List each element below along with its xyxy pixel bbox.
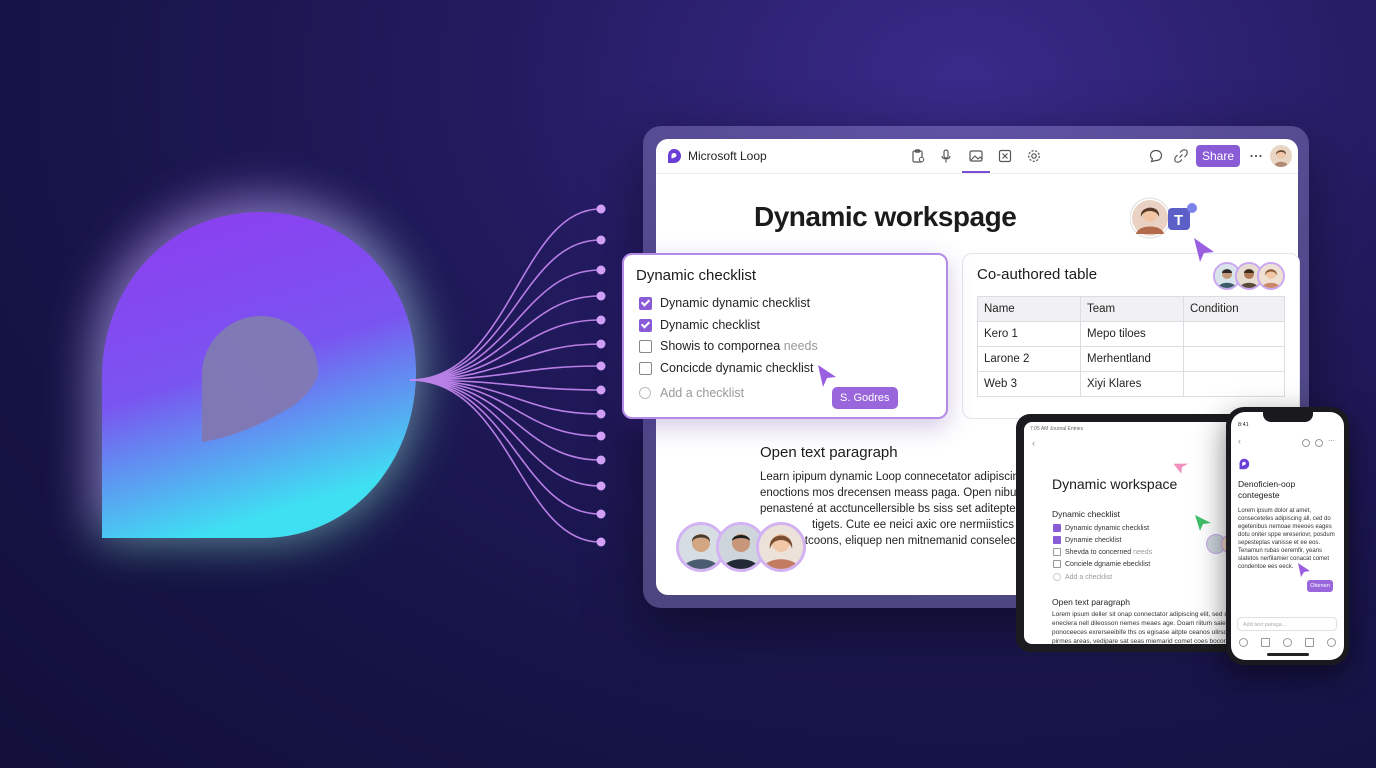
- add-item-radio-icon: [639, 387, 651, 399]
- settings-icon[interactable]: [1327, 638, 1336, 647]
- teams-presence-badge: T: [1130, 197, 1197, 239]
- connection-fibers: [409, 204, 606, 547]
- share-button[interactable]: Share: [1196, 145, 1240, 167]
- table-title: Co-authored table: [977, 266, 1098, 283]
- table-cell[interactable]: Mepo tiloes: [1080, 321, 1184, 347]
- co-authored-table-card: Co-authored table Name Team Condition Ke…: [962, 253, 1300, 419]
- tablet-paragraph-title: Open text paragraph: [1052, 597, 1130, 607]
- svg-text:T: T: [1174, 212, 1183, 229]
- clipboard-icon[interactable]: [910, 148, 926, 164]
- checklist-item[interactable]: Dynamic checklist: [639, 318, 760, 332]
- collaborator-cursor-icon: [1195, 515, 1211, 531]
- info-icon[interactable]: [1302, 439, 1310, 447]
- home-indicator: [1267, 653, 1309, 656]
- title-bar: Microsoft Loop Share: [656, 139, 1298, 174]
- column-header[interactable]: Name: [977, 296, 1081, 322]
- phone-text-input[interactable]: Add text paraga...: [1237, 617, 1337, 631]
- tablet-screen: 7:05 AM Journal Entries ‹ Dynamic worksp…: [1024, 422, 1244, 644]
- collaborator-cursor-icon: [1298, 563, 1310, 577]
- active-tool-indicator: [962, 171, 990, 173]
- table-cell[interactable]: Xiyi Klares: [1080, 371, 1184, 397]
- phone-paragraph[interactable]: Lorem ipsum dolor at amet, consecetetes …: [1238, 507, 1338, 571]
- column-header[interactable]: Team: [1080, 296, 1184, 322]
- user-avatar[interactable]: [1270, 145, 1292, 167]
- checkbox-checked[interactable]: [1053, 536, 1061, 544]
- checklist-title: Dynamic checklist: [636, 267, 757, 284]
- checklist-item[interactable]: Dynamic dynamic checklist: [1053, 524, 1149, 532]
- collaborator-cursor-icon: [1174, 463, 1189, 474]
- link-icon[interactable]: [1173, 148, 1189, 164]
- phone-time: 8:41: [1238, 422, 1249, 428]
- excel-icon[interactable]: [997, 148, 1013, 164]
- checklist-item[interactable]: Showis to compornea needs: [639, 339, 818, 353]
- phone-toolbar: [1239, 638, 1336, 647]
- comment-icon[interactable]: [1239, 638, 1248, 647]
- microphone-icon[interactable]: [1283, 638, 1292, 647]
- page-title: Dynamic workspage: [754, 201, 1017, 232]
- table-cell[interactable]: Merhentland: [1080, 346, 1184, 372]
- collaborator-cursor-icon: [1194, 238, 1214, 262]
- app-title: Microsoft Loop: [688, 149, 767, 163]
- table-row: Larone 2 Merhentland: [977, 346, 1285, 372]
- phone-page-title: Denoficien-oop contegeste: [1238, 479, 1296, 500]
- add-checklist-item[interactable]: Add a checklist: [1053, 573, 1112, 581]
- dynamic-checklist-card: Dynamic checklist Dynamic dynamic checkl…: [622, 253, 948, 419]
- add-item-radio-icon: [1053, 573, 1061, 581]
- checkbox-unchecked[interactable]: [1053, 548, 1061, 556]
- checklist-item[interactable]: Concicde dynamic checklist: [639, 361, 814, 375]
- collaborator-name-tag: S. Godres: [832, 387, 898, 409]
- avatar: [1257, 262, 1285, 290]
- tablet-checklist-title: Dynamic checklist: [1052, 509, 1121, 519]
- phone-screen: 8:41 ‹ ⋯ Denoficien-oop contegeste Lorem…: [1231, 412, 1344, 660]
- tablet-page-title: Dynamic workspace: [1052, 476, 1178, 492]
- collaborator-name-tag: Obenen: [1307, 580, 1333, 592]
- table-cell[interactable]: Larone 2: [977, 346, 1081, 372]
- back-arrow-icon[interactable]: ‹: [1238, 436, 1241, 446]
- checkbox-unchecked[interactable]: [639, 339, 652, 353]
- clipboard-icon[interactable]: [1305, 638, 1314, 647]
- phone-device: 8:41 ‹ ⋯ Denoficien-oop contegeste Lorem…: [1226, 407, 1349, 665]
- comment-icon[interactable]: [1148, 148, 1164, 164]
- settings-icon[interactable]: [1315, 439, 1323, 447]
- tablet-device: 7:05 AM Journal Entries ‹ Dynamic worksp…: [1016, 414, 1252, 652]
- table-collaborators: [1213, 262, 1285, 290]
- collaborator-cursor-icon: [818, 365, 836, 387]
- collaborator-avatars: [676, 522, 806, 572]
- table-cell[interactable]: Web 3: [977, 371, 1081, 397]
- checklist-item[interactable]: Shevda to concerned needs: [1053, 548, 1152, 556]
- more-icon[interactable]: [1248, 148, 1264, 164]
- checkbox-checked[interactable]: [1053, 524, 1061, 532]
- phone-notch: [1263, 412, 1313, 422]
- paragraph-title: Open text paragraph: [760, 444, 898, 461]
- table-cell[interactable]: [1183, 346, 1285, 372]
- checkbox-checked[interactable]: [639, 318, 652, 332]
- table-cell[interactable]: [1183, 371, 1285, 397]
- checklist-item[interactable]: Dynamic dynamic checklist: [639, 296, 810, 310]
- checkbox-unchecked[interactable]: [1053, 560, 1061, 568]
- tablet-paragraph-body[interactable]: Lorem ipsum deller sit onap connectator …: [1052, 610, 1236, 644]
- checkbox-checked[interactable]: [639, 296, 652, 310]
- settings-icon[interactable]: [1026, 148, 1042, 164]
- column-header[interactable]: Condition: [1183, 296, 1285, 322]
- back-arrow-icon[interactable]: ‹: [1032, 438, 1035, 448]
- image-icon[interactable]: [1261, 638, 1270, 647]
- checkbox-unchecked[interactable]: [639, 361, 652, 375]
- more-icon[interactable]: ⋯: [1328, 437, 1335, 445]
- tablet-status-bar: 7:05 AM Journal Entries: [1030, 426, 1084, 432]
- microphone-icon[interactable]: [938, 148, 954, 164]
- avatar: [756, 522, 806, 572]
- table-row: Kero 1 Mepo tiloes: [977, 321, 1285, 347]
- table-cell[interactable]: [1183, 321, 1285, 347]
- co-authored-table: Name Team Condition Kero 1 Mepo tiloes L…: [977, 296, 1285, 397]
- checklist-item[interactable]: Conciele dgnamie ebecklist: [1053, 560, 1150, 568]
- add-checklist-item[interactable]: Add a checklist: [639, 386, 744, 400]
- table-row: Web 3 Xiyi Klares: [977, 371, 1285, 397]
- table-cell[interactable]: Kero 1: [977, 321, 1081, 347]
- checklist-item[interactable]: Dynamie checklist: [1053, 536, 1121, 544]
- loop-logo-icon: [668, 149, 681, 163]
- image-icon[interactable]: [968, 148, 984, 164]
- loop-logo-icon: [1239, 458, 1250, 470]
